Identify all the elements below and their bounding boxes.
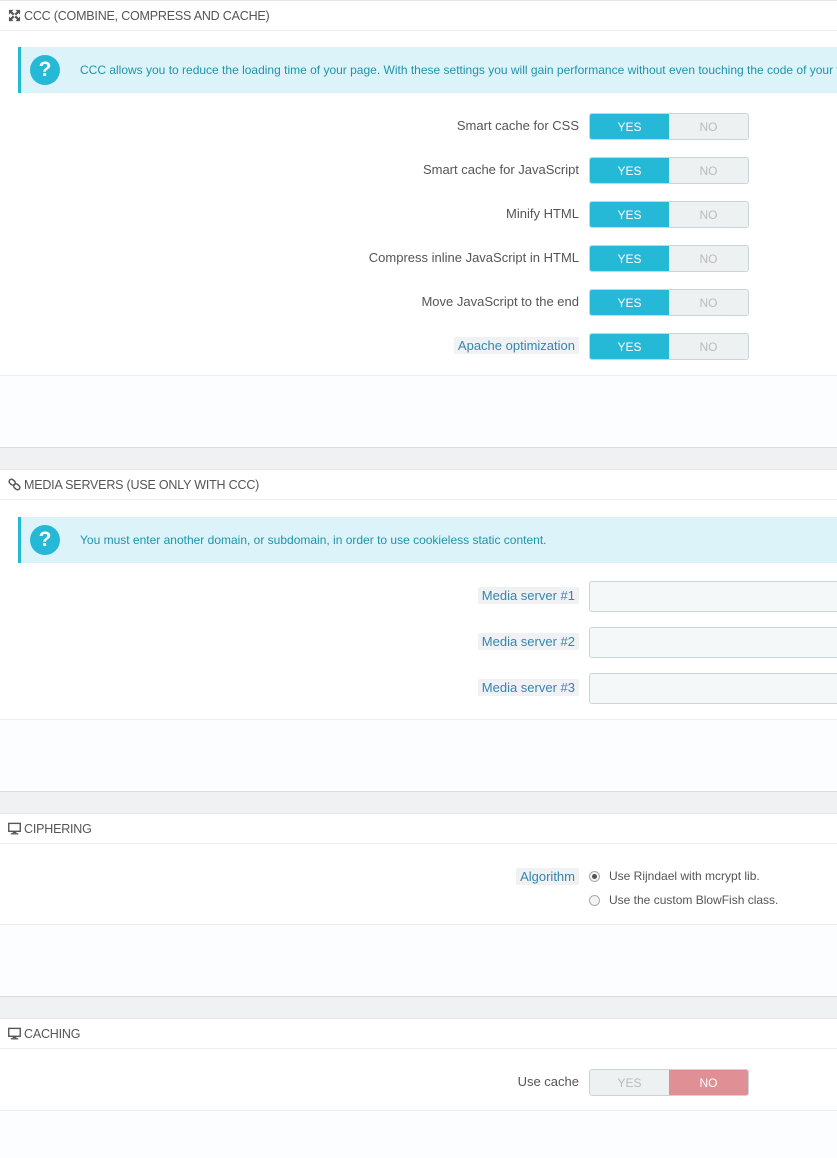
use-cache-switch[interactable]: YES NO — [589, 1069, 749, 1096]
media-server-row-3: Media server #3 — [0, 673, 837, 704]
use-cache-row: Use cache YES NO — [0, 1069, 837, 1097]
question-icon: ? — [30, 525, 60, 555]
switch-no-option[interactable]: NO — [669, 158, 748, 183]
media-servers-panel: MEDIA SERVERS (USE ONLY WITH CCC) ? You … — [0, 469, 837, 792]
desktop-icon — [8, 1027, 21, 1040]
ccc-option-label: Minify HTML — [506, 206, 579, 221]
switch-yes-option[interactable]: YES — [590, 158, 669, 183]
ccc-option-switch[interactable]: YES NO — [589, 113, 749, 140]
ccc-option-row: Apache optimization YES NO — [0, 333, 837, 361]
caching-panel-footer — [0, 1110, 837, 1158]
switch-no-option[interactable]: NO — [669, 114, 748, 139]
caching-panel: CACHING Use cache YES NO — [0, 1018, 837, 1158]
caching-panel-heading: CACHING — [0, 1019, 837, 1049]
ccc-option-label: Smart cache for JavaScript — [422, 162, 579, 177]
caching-panel-title: CACHING — [24, 1026, 81, 1041]
ccc-option-row: Move JavaScript to the end YES NO — [0, 289, 837, 317]
media-servers-panel-footer — [0, 719, 837, 791]
algorithm-label[interactable]: Algorithm — [516, 868, 579, 885]
ciphering-panel-title: CIPHERING — [24, 821, 92, 836]
media-server-input-3[interactable] — [589, 673, 837, 704]
use-cache-label: Use cache — [517, 1074, 579, 1089]
media-server-label-2[interactable]: Media server #2 — [477, 633, 579, 650]
ccc-panel: CCC (COMBINE, COMPRESS AND CACHE) ? CCC … — [0, 0, 837, 448]
switch-yes-option[interactable]: YES — [590, 246, 669, 271]
ccc-option-switch[interactable]: YES NO — [589, 157, 749, 184]
ccc-option-label: Move JavaScript to the end — [421, 294, 579, 309]
expand-arrows-icon — [8, 9, 21, 22]
use-cache-no-option[interactable]: NO — [669, 1070, 748, 1095]
switch-yes-option[interactable]: YES — [590, 114, 669, 139]
radio-option-blowfish[interactable]: Use the custom BlowFish class. — [589, 890, 778, 910]
ccc-panel-title: CCC (COMBINE, COMPRESS AND CACHE) — [24, 8, 270, 23]
question-icon: ? — [30, 55, 60, 85]
ccc-option-row: Compress inline JavaScript in HTML YES NO — [0, 245, 837, 273]
media-server-row-2: Media server #2 — [0, 627, 837, 658]
ccc-panel-heading: CCC (COMBINE, COMPRESS AND CACHE) — [0, 1, 837, 31]
radio-rijndael[interactable] — [589, 870, 600, 882]
switch-yes-option[interactable]: YES — [590, 202, 669, 227]
switch-no-option[interactable]: NO — [669, 334, 748, 359]
switch-yes-option[interactable]: YES — [590, 290, 669, 315]
radio-blowfish-label: Use the custom BlowFish class. — [609, 893, 779, 907]
ccc-option-label: Smart cache for CSS — [456, 118, 579, 133]
media-info-alert: ? You must enter another domain, or subd… — [18, 517, 837, 563]
ccc-option-label: Compress inline JavaScript in HTML — [368, 250, 579, 265]
ccc-option-label[interactable]: Apache optimization — [453, 337, 579, 354]
media-info-text: You must enter another domain, or subdom… — [80, 533, 547, 547]
radio-option-rijndael[interactable]: Use Rijndael with mcrypt lib. — [589, 866, 760, 886]
media-servers-panel-heading: MEDIA SERVERS (USE ONLY WITH CCC) — [0, 470, 837, 500]
ccc-option-switch[interactable]: YES NO — [589, 245, 749, 272]
ccc-option-row: Smart cache for JavaScript YES NO — [0, 157, 837, 185]
switch-no-option[interactable]: NO — [669, 202, 748, 227]
ccc-info-text: CCC allows you to reduce the loading tim… — [80, 63, 837, 77]
ccc-panel-footer — [0, 375, 837, 447]
switch-no-option[interactable]: NO — [669, 290, 748, 315]
media-server-row-1: Media server #1 — [0, 581, 837, 612]
radio-blowfish[interactable] — [589, 894, 600, 906]
ciphering-panel-footer — [0, 924, 837, 996]
ccc-option-switch[interactable]: YES NO — [589, 333, 749, 360]
switch-no-option[interactable]: NO — [669, 246, 748, 271]
use-cache-yes-option[interactable]: YES — [590, 1070, 669, 1095]
media-server-label-1[interactable]: Media server #1 — [477, 587, 579, 604]
ciphering-panel: CIPHERING Algorithm Use Rijndael with mc… — [0, 813, 837, 997]
link-icon — [8, 478, 21, 491]
desktop-icon — [8, 822, 21, 835]
radio-rijndael-label: Use Rijndael with mcrypt lib. — [609, 869, 760, 883]
ciphering-panel-heading: CIPHERING — [0, 814, 837, 844]
ccc-option-switch[interactable]: YES NO — [589, 201, 749, 228]
ccc-option-row: Smart cache for CSS YES NO — [0, 113, 837, 141]
media-servers-panel-title: MEDIA SERVERS (USE ONLY WITH CCC) — [24, 477, 260, 492]
ccc-info-alert: ? CCC allows you to reduce the loading t… — [18, 47, 837, 93]
media-server-input-2[interactable] — [589, 627, 837, 658]
ccc-option-switch[interactable]: YES NO — [589, 289, 749, 316]
switch-yes-option[interactable]: YES — [590, 334, 669, 359]
media-server-input-1[interactable] — [589, 581, 837, 612]
media-server-label-3[interactable]: Media server #3 — [477, 679, 579, 696]
ccc-option-row: Minify HTML YES NO — [0, 201, 837, 229]
